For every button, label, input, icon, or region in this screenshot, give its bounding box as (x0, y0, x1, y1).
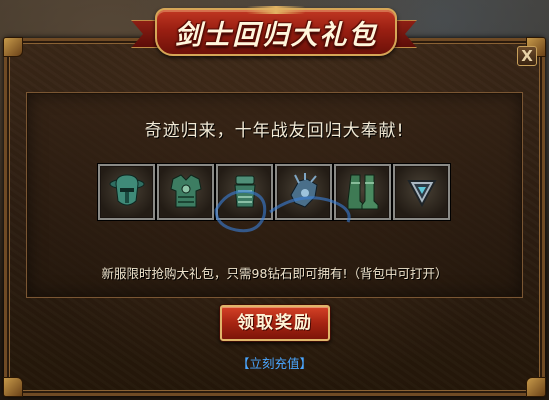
ribbon-banner: 剑士回归大礼包 (155, 6, 397, 56)
game-screen: 剑士回归大礼包 X 奇迹归来，十年战友回归大奉献! 新服限时抢购大礼包，只需98… (0, 0, 549, 400)
title-ribbon: 剑士回归大礼包 (131, 6, 403, 56)
item-slot-glove[interactable] (275, 164, 332, 220)
item-slot-gauntlet[interactable] (216, 164, 273, 220)
item-slot-armor[interactable] (157, 164, 214, 220)
pendant-icon (407, 180, 437, 208)
close-button[interactable]: X (517, 46, 537, 66)
frame-corner (3, 377, 23, 397)
reward-items (98, 164, 458, 222)
gauntlet-icon (234, 175, 256, 208)
frame-corner (526, 377, 546, 397)
recharge-link[interactable]: 【立刻充值】 (0, 353, 549, 372)
helmet-icon (109, 174, 145, 206)
ribbon-ornament (246, 6, 306, 14)
chest-armor-icon (170, 174, 202, 208)
dialog-title: 剑士回归大礼包 (174, 19, 378, 51)
item-slot-boots[interactable] (334, 164, 391, 220)
frame-corner (3, 37, 23, 57)
claim-reward-button[interactable]: 领取奖励 (220, 305, 330, 341)
item-slot-helmet[interactable] (98, 164, 155, 220)
glove-icon (290, 173, 318, 208)
item-slot-pendant[interactable] (393, 164, 450, 220)
boots-icon (347, 174, 379, 210)
subtitle-text: 奇迹归来，十年战友回归大奉献! (144, 121, 405, 141)
description-text: 新服限时抢购大礼包，只需98钻石即可拥有!（背包中可打开） (101, 266, 448, 281)
